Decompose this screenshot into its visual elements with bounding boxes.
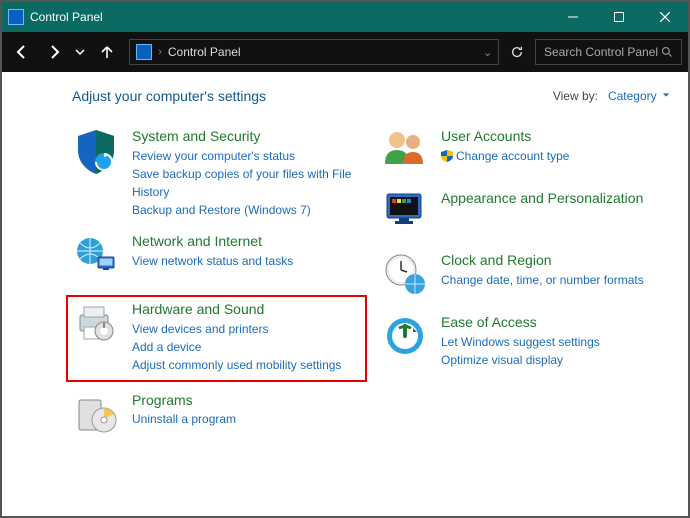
category-link[interactable]: Add a device xyxy=(132,338,341,356)
category-system-security: System and Security Review your computer… xyxy=(72,128,361,219)
category-network-internet: Network and Internet View network status… xyxy=(72,233,361,281)
close-button[interactable] xyxy=(642,2,688,32)
refresh-button[interactable] xyxy=(503,38,531,66)
category-link[interactable]: View devices and printers xyxy=(132,320,341,338)
recent-locations-button[interactable] xyxy=(72,38,90,66)
monitor-colors-icon xyxy=(381,190,429,238)
category-programs: Programs Uninstall a program xyxy=(72,392,361,440)
chevron-down-icon xyxy=(662,91,670,99)
globe-network-icon xyxy=(72,233,120,281)
up-button[interactable] xyxy=(93,38,121,66)
control-panel-icon xyxy=(8,9,24,25)
category-link[interactable]: Review your computer's status xyxy=(132,147,361,165)
window-title: Control Panel xyxy=(30,10,103,24)
category-appearance-personalization: Appearance and Personalization xyxy=(381,190,670,238)
category-link[interactable]: View network status and tasks xyxy=(132,252,293,270)
category-hardware-sound: Hardware and Sound View devices and prin… xyxy=(66,295,367,382)
people-icon xyxy=(381,128,429,176)
viewby-dropdown[interactable]: Category xyxy=(608,89,670,103)
right-column: User Accounts Change account type Appear… xyxy=(381,128,670,454)
page-title: Adjust your computer's settings xyxy=(72,88,553,104)
viewby-label: View by: xyxy=(553,89,598,103)
category-ease-of-access: Ease of Access Let Windows suggest setti… xyxy=(381,314,670,369)
maximize-button[interactable] xyxy=(596,2,642,32)
content-area: Adjust your computer's settings View by:… xyxy=(2,72,688,516)
search-input[interactable]: Search Control Panel xyxy=(535,39,682,65)
disc-box-icon xyxy=(72,392,120,440)
address-bar[interactable]: › Control Panel ⌄ xyxy=(129,39,499,65)
search-icon xyxy=(661,46,673,58)
category-clock-region: Clock and Region Change date, time, or n… xyxy=(381,252,670,300)
ease-of-access-icon xyxy=(381,314,429,362)
shield-icon xyxy=(72,128,120,176)
left-column: System and Security Review your computer… xyxy=(72,128,361,454)
forward-button[interactable] xyxy=(40,38,68,66)
clock-globe-icon xyxy=(381,252,429,300)
chevron-down-icon[interactable]: ⌄ xyxy=(483,46,492,59)
titlebar: Control Panel xyxy=(2,2,688,32)
category-link[interactable]: Change account type xyxy=(441,147,569,167)
printer-icon xyxy=(72,301,120,349)
category-link[interactable]: Let Windows suggest settings xyxy=(441,333,600,351)
category-title[interactable]: User Accounts xyxy=(441,128,569,145)
breadcrumb[interactable]: Control Panel xyxy=(168,45,241,59)
category-title[interactable]: Appearance and Personalization xyxy=(441,190,643,207)
category-link[interactable]: Adjust commonly used mobility settings xyxy=(132,356,341,374)
category-link[interactable]: Save backup copies of your files with Fi… xyxy=(132,165,361,201)
category-title[interactable]: Ease of Access xyxy=(441,314,600,331)
category-link[interactable]: Change date, time, or number formats xyxy=(441,271,644,289)
category-title[interactable]: Programs xyxy=(132,392,236,409)
category-title[interactable]: Clock and Region xyxy=(441,252,644,269)
navbar: › Control Panel ⌄ Search Control Panel xyxy=(2,32,688,72)
control-panel-mini-icon xyxy=(136,44,152,60)
search-placeholder: Search Control Panel xyxy=(544,45,661,59)
category-user-accounts: User Accounts Change account type xyxy=(381,128,670,176)
category-link[interactable]: Uninstall a program xyxy=(132,410,236,428)
category-title[interactable]: Network and Internet xyxy=(132,233,293,250)
uac-shield-icon xyxy=(441,149,453,167)
category-link[interactable]: Optimize visual display xyxy=(441,351,600,369)
chevron-right-icon: › xyxy=(158,46,162,58)
back-button[interactable] xyxy=(8,38,36,66)
category-link[interactable]: Backup and Restore (Windows 7) xyxy=(132,201,361,219)
minimize-button[interactable] xyxy=(550,2,596,32)
category-title[interactable]: System and Security xyxy=(132,128,361,145)
category-title[interactable]: Hardware and Sound xyxy=(132,301,341,318)
